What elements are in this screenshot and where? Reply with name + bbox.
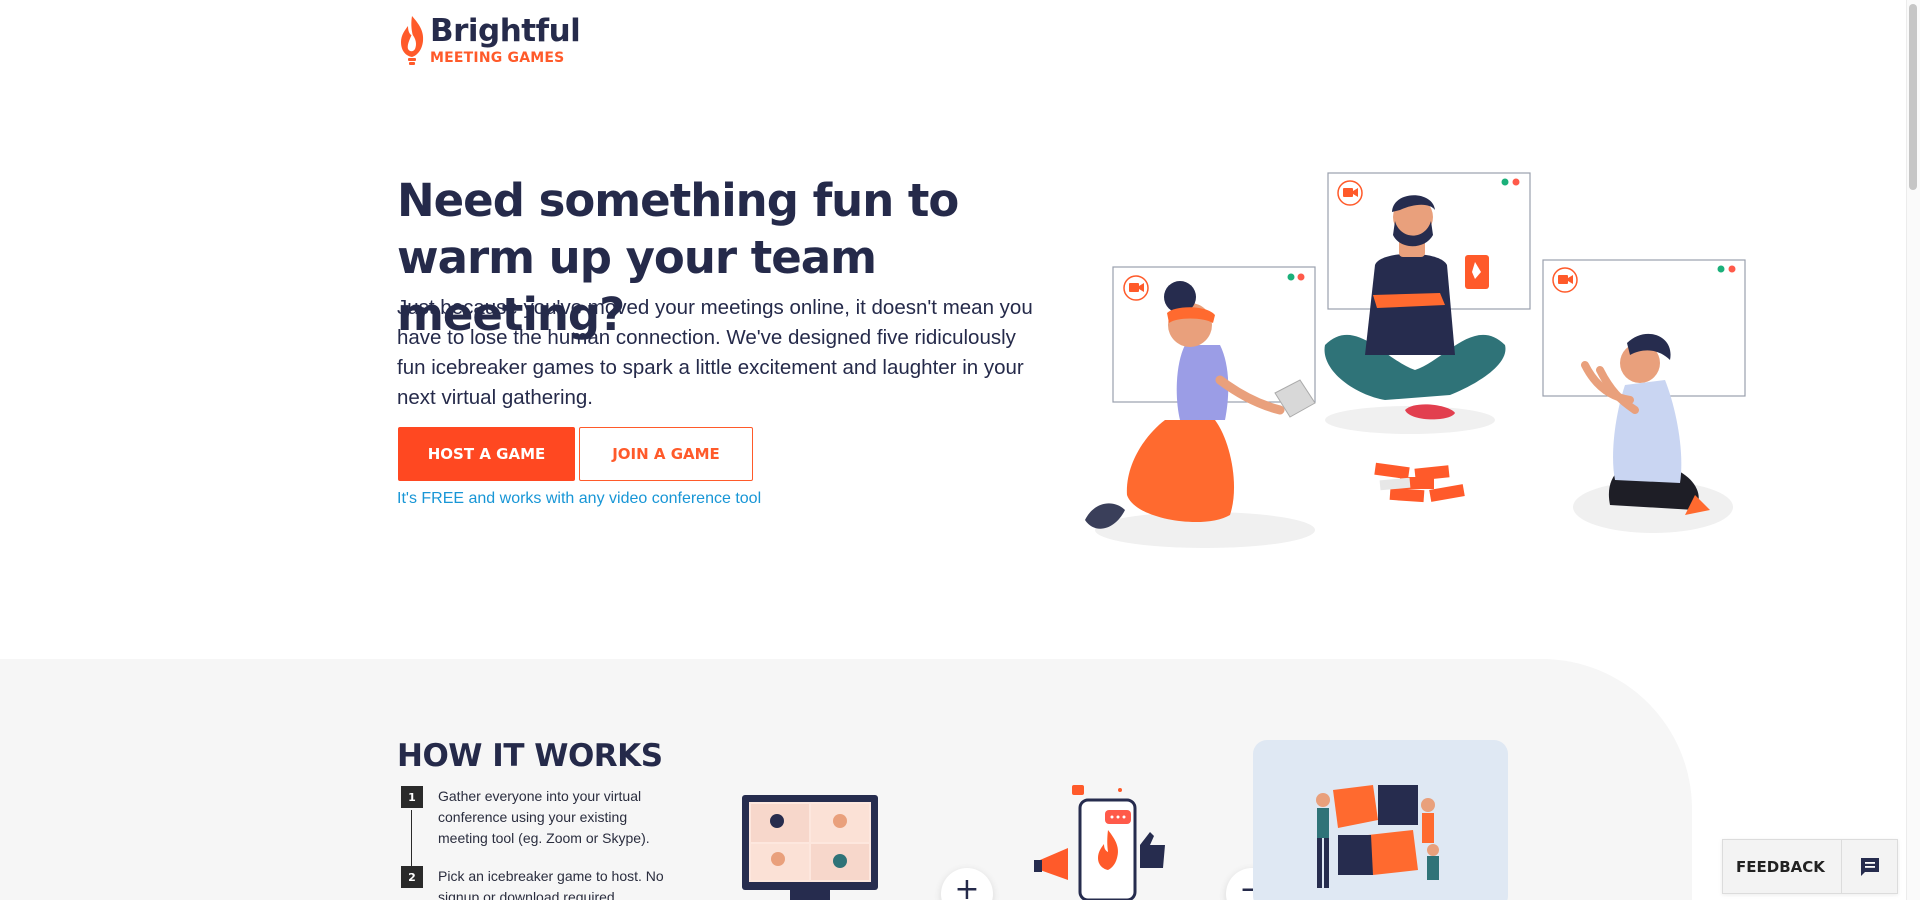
step-1: 1 Gather everyone into your virtual conf… — [401, 786, 668, 849]
host-game-button[interactable]: HOST A GAME — [398, 427, 575, 481]
brand-subtitle: MEETING GAMES — [430, 49, 565, 66]
step-text: Pick an icebreaker game to host. No sign… — [438, 868, 664, 900]
step-2: 2 Pick an icebreaker game to host. No si… — [401, 866, 668, 900]
team-puzzle-card — [1253, 740, 1508, 900]
join-game-button[interactable]: JOIN A GAME — [579, 427, 753, 481]
phone-megaphone-illustration — [1034, 785, 1165, 900]
chat-bubble-icon[interactable] — [1841, 840, 1897, 893]
hero-description: Just because you've moved your meetings … — [397, 296, 1033, 409]
hero-illustration — [1085, 172, 1746, 548]
team-puzzle-illustration — [1316, 785, 1439, 888]
flame-logo-icon — [401, 16, 424, 65]
brand-logo[interactable]: Brightful MEETING GAMES — [397, 12, 581, 66]
scrollbar-thumb[interactable] — [1909, 4, 1917, 190]
feedback-widget[interactable]: FEEDBACK — [1722, 839, 1898, 894]
step-text: Gather everyone into your virtual confer… — [438, 788, 650, 846]
page-scrollbar[interactable] — [1906, 0, 1920, 900]
video-call-monitor-illustration — [742, 795, 878, 900]
cards-on-floor — [1374, 462, 1465, 503]
brand-name: Brightful — [430, 12, 581, 49]
feedback-label[interactable]: FEEDBACK — [1723, 840, 1841, 893]
step-number: 2 — [401, 866, 423, 888]
step-number: 1 — [401, 786, 423, 808]
how-it-works-title: HOW IT WORKS — [397, 738, 663, 774]
free-note-link[interactable]: It's FREE and works with any video confe… — [397, 490, 761, 508]
